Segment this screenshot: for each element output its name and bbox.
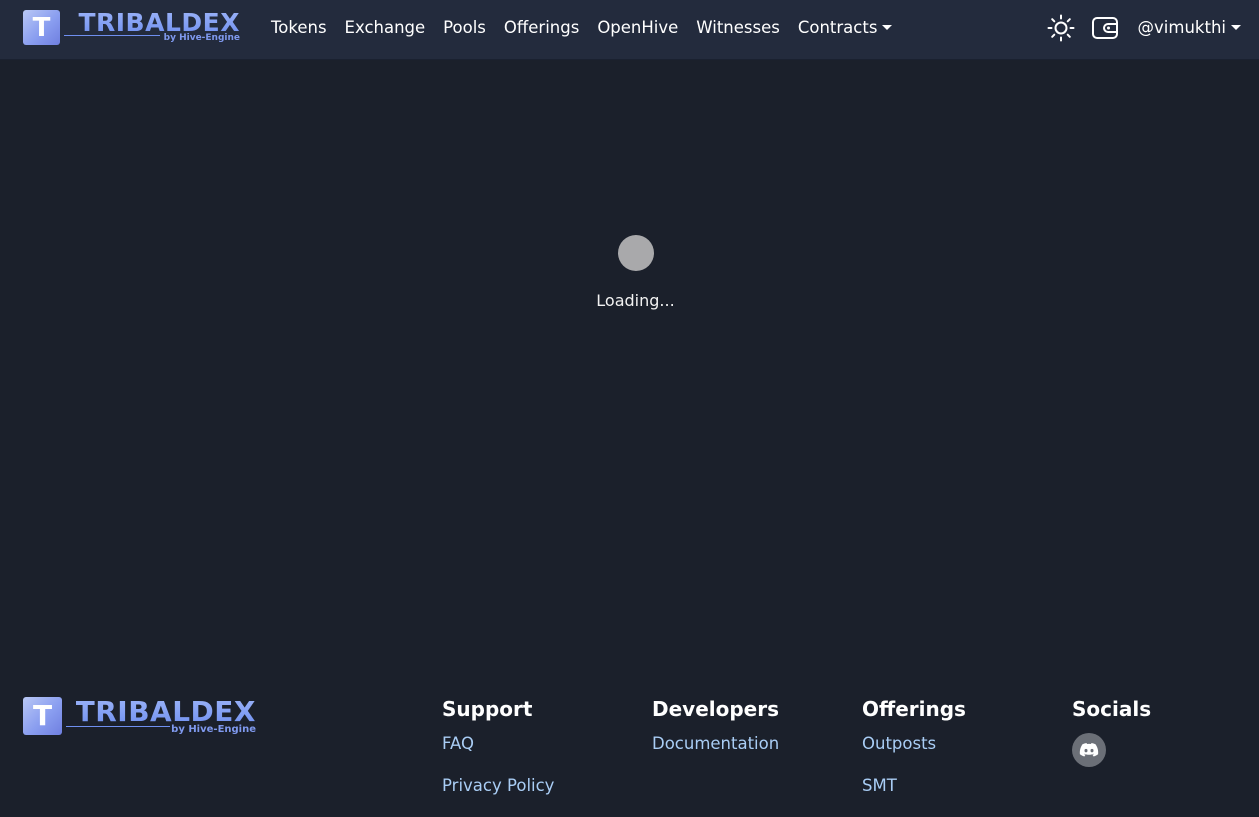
wallet-icon (1091, 16, 1118, 39)
main-nav: Tokens Exchange Pools Offerings OpenHive… (262, 0, 901, 55)
footer-logo-letter: T (32, 699, 53, 732)
logo-mark: T (23, 10, 60, 45)
footer-brand-title: TRIBALDEX (75, 695, 256, 728)
footer-support-heading: Support (442, 697, 533, 721)
chevron-down-icon (882, 25, 893, 30)
footer-developers: Developers Documentation (652, 695, 852, 775)
theme-toggle-button[interactable] (1046, 13, 1076, 43)
footer-developers-heading: Developers (652, 697, 780, 721)
logo-wordmark: TRIBALDEX by Hive-Engine (64, 10, 240, 44)
footer-link-documentation[interactable]: Documentation (652, 733, 852, 755)
nav-right: @vimukthi (1046, 0, 1241, 55)
tribaldex-logo[interactable]: T TRIBALDEX by Hive-Engine (23, 10, 240, 45)
sun-icon (1047, 14, 1075, 41)
nav-openhive[interactable]: OpenHive (588, 18, 687, 37)
discord-icon (1079, 743, 1099, 757)
nav-contracts-dropdown[interactable]: Contracts (789, 18, 902, 37)
footer-offerings-heading: Offerings (862, 697, 966, 721)
top-navbar: T TRIBALDEX by Hive-Engine Tokens Exchan… (0, 0, 1259, 60)
nav-pools[interactable]: Pools (434, 18, 495, 37)
footer-brand-underline (66, 726, 170, 727)
loading-indicator: Loading... (0, 235, 1259, 310)
nav-contracts-label: Contracts (797, 18, 878, 37)
brand-underline (64, 35, 160, 36)
footer-brand-subtitle: by Hive-Engine (171, 724, 256, 735)
footer-link-privacy-policy[interactable]: Privacy Policy (442, 775, 642, 797)
footer-socials: Socials (1072, 695, 1242, 767)
nav-witnesses[interactable]: Witnesses (687, 18, 789, 37)
nav-tokens[interactable]: Tokens (262, 18, 336, 37)
nav-exchange[interactable]: Exchange (336, 18, 435, 37)
chevron-down-icon (1231, 25, 1241, 30)
loading-spinner (617, 235, 654, 271)
footer-socials-heading: Socials (1072, 697, 1152, 721)
footer-link-faq[interactable]: FAQ (442, 733, 642, 755)
username: @vimukthi (1137, 18, 1226, 37)
footer-link-outposts[interactable]: Outposts (862, 733, 1062, 755)
footer-offerings: Offerings Outposts SMT (862, 695, 1062, 817)
footer-wordmark: TRIBALDEX by Hive-Engine (66, 697, 256, 735)
footer-support: Support FAQ Privacy Policy (442, 695, 642, 817)
logo-letter: T (32, 12, 51, 43)
wallet-button[interactable] (1090, 13, 1120, 43)
discord-link[interactable] (1072, 733, 1106, 767)
footer-logo[interactable]: T TRIBALDEX by Hive-Engine (23, 697, 256, 735)
user-menu-dropdown[interactable]: @vimukthi (1138, 18, 1241, 37)
nav-offerings[interactable]: Offerings (495, 18, 588, 37)
footer-link-smt[interactable]: SMT (862, 775, 1062, 797)
footer: T TRIBALDEX by Hive-Engine Support FAQ P… (0, 660, 1259, 800)
footer-logo-mark: T (23, 697, 62, 735)
loading-text: Loading... (596, 291, 675, 310)
brand-subtitle: by Hive-Engine (163, 33, 240, 43)
